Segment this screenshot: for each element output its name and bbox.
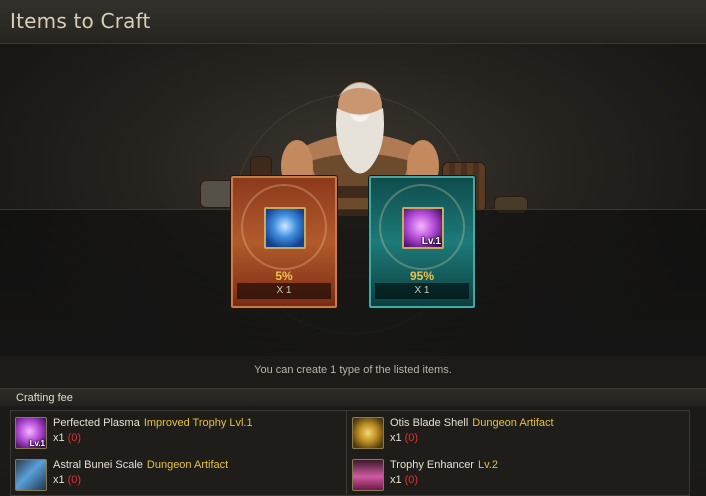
- fee-item-label: Astral Bunei Scale Dungeon Artifact: [53, 459, 228, 471]
- fee-item-count: x1: [53, 474, 65, 486]
- fee-item-name: Perfected Plasma: [53, 417, 140, 429]
- fee-item-tag: Dungeon Artifact: [472, 417, 554, 429]
- fee-item-owned: (0): [67, 474, 82, 486]
- level-badge: Lv.1: [29, 439, 45, 448]
- window-title: Items to Craft: [10, 9, 151, 33]
- fee-item-label: Perfected Plasma Improved Trophy Lvl.1: [53, 417, 253, 429]
- fee-item-count: x1: [390, 474, 402, 486]
- result-quantity: X 1: [237, 283, 331, 299]
- success-chance: 5%: [275, 269, 293, 283]
- crafting-fee-header: Crafting fee: [0, 388, 706, 406]
- results-band: [0, 209, 706, 356]
- title-bar: Items to Craft: [0, 0, 706, 44]
- fee-item[interactable]: Lv.1 Perfected Plasma Improved Trophy Lvl…: [11, 413, 331, 451]
- column-divider: [346, 411, 347, 496]
- fee-item-owned: (0): [404, 474, 419, 486]
- potion-icon[interactable]: [352, 459, 384, 491]
- fee-item-count-row: x1 (0): [53, 432, 81, 444]
- blade-icon[interactable]: [15, 459, 47, 491]
- fee-item-name: Otis Blade Shell: [390, 417, 469, 429]
- fee-item-name: Trophy Enhancer: [390, 459, 474, 471]
- fee-item-count: x1: [53, 432, 65, 444]
- dragon-icon[interactable]: [264, 207, 306, 249]
- crafting-fee-list: Lv.1 Perfected Plasma Improved Trophy Lvl…: [10, 410, 690, 496]
- rose-icon[interactable]: Lv.1: [402, 207, 444, 249]
- fee-item-owned: (0): [404, 432, 419, 444]
- fee-item-count: x1: [390, 432, 402, 444]
- result-quantity: X 1: [375, 283, 469, 299]
- fee-item-count-row: x1 (0): [390, 432, 418, 444]
- success-chance: 95%: [409, 269, 435, 283]
- level-badge: Lv.1: [421, 236, 441, 247]
- fee-item-tag: Improved Trophy Lvl.1: [143, 417, 253, 429]
- fee-item-count-row: x1 (0): [53, 474, 81, 486]
- craft-notice: You can create 1 type of the listed item…: [254, 364, 452, 376]
- craft-window: Items to Craft 5% X 1 Lv.1 95% X 1 You c…: [0, 0, 706, 496]
- rose-icon[interactable]: Lv.1: [15, 417, 47, 449]
- fee-item-owned: (0): [67, 432, 82, 444]
- fee-item-label: Trophy Enhancer Lv.2: [390, 459, 498, 471]
- result-card-2[interactable]: Lv.1 95% X 1: [369, 176, 475, 308]
- npc-scene: [0, 44, 706, 356]
- fee-item-tag: Lv.2: [477, 459, 498, 471]
- fee-item[interactable]: Astral Bunei Scale Dungeon Artifact x1 (0): [11, 455, 331, 493]
- fee-item-count-row: x1 (0): [390, 474, 418, 486]
- fee-item-name: Astral Bunei Scale: [53, 459, 143, 471]
- fee-item-tag: Dungeon Artifact: [146, 459, 229, 471]
- fee-item[interactable]: Trophy Enhancer Lv.2 x1 (0): [348, 455, 668, 493]
- result-card-1[interactable]: 5% X 1: [231, 176, 337, 308]
- fee-item-label: Otis Blade Shell Dungeon Artifact: [390, 417, 554, 429]
- shell-icon[interactable]: [352, 417, 384, 449]
- fee-item[interactable]: Otis Blade Shell Dungeon Artifact x1 (0): [348, 413, 668, 451]
- crafting-fee-title: Crafting fee: [16, 392, 73, 404]
